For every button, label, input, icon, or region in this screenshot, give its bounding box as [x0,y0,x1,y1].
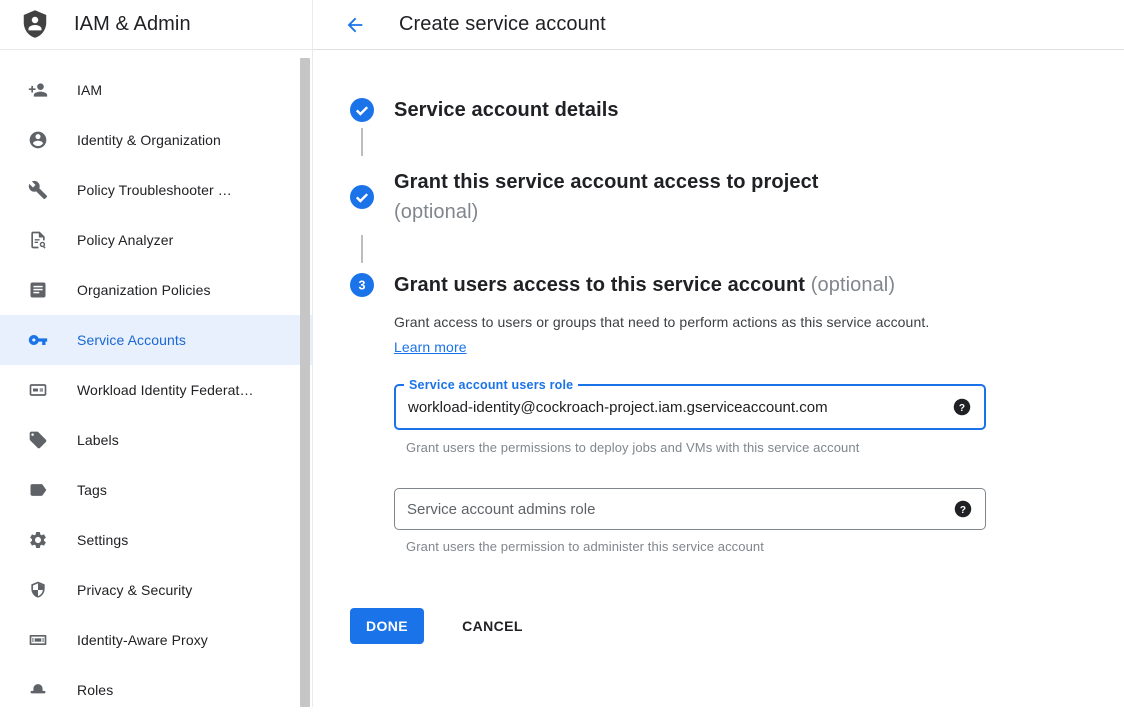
sidebar-item-label: Privacy & Security [77,582,192,598]
sidebar: IAM & Admin IAM Identity & Organization … [0,0,313,707]
proxy-icon [28,630,48,650]
service-account-admins-role-field: ? [394,488,986,530]
admins-role-input[interactable] [395,489,985,529]
help-icon[interactable]: ? [953,398,971,416]
wrench-icon [28,180,48,200]
learn-more-link[interactable]: Learn more [394,339,467,355]
main-panel: Create service account Service account d… [313,0,1124,707]
step-2-grant-access-to-project[interactable]: Grant this service account access to pro… [313,167,1124,227]
sidebar-header: IAM & Admin [0,0,312,50]
check-circle-icon [350,185,374,209]
sidebar-item-roles[interactable]: Roles [0,665,312,715]
sidebar-item-label: Identity & Organization [77,132,221,148]
step-title: Service account details [394,95,619,125]
step-3-description: Grant access to users or groups that nee… [394,310,964,360]
check-circle-icon [350,98,374,122]
identity-card-icon [28,380,48,400]
hat-icon [28,680,48,700]
tag-arrow-icon [28,480,48,500]
admins-role-helper-text: Grant users the permission to administer… [406,539,966,554]
step-optional-label: (optional) [394,197,819,227]
sidebar-item-tags[interactable]: Tags [0,465,312,515]
form-actions: DONE CANCEL [350,608,1124,644]
sidebar-item-label: Labels [77,432,119,448]
sidebar-item-policy-troubleshooter[interactable]: Policy Troubleshooter … [0,165,312,215]
sidebar-item-label: Policy Troubleshooter … [77,182,232,198]
step-title: Grant users access to this service accou… [394,274,805,296]
sidebar-item-organization-policies[interactable]: Organization Policies [0,265,312,315]
sidebar-item-label: Policy Analyzer [77,232,173,248]
sidebar-item-label: Roles [77,682,113,698]
sidebar-scrollbar-thumb[interactable] [300,58,310,707]
sidebar-item-policy-analyzer[interactable]: Policy Analyzer [0,215,312,265]
sidebar-item-label: Identity-Aware Proxy [77,632,208,648]
sidebar-item-label: Settings [77,532,128,548]
sidebar-nav: IAM Identity & Organization Policy Troub… [0,50,312,715]
iam-shield-person-icon [20,9,50,41]
sidebar-item-labels[interactable]: Labels [0,415,312,465]
step-3-form: Service account users role ? Grant users… [394,384,1124,554]
sidebar-item-settings[interactable]: Settings [0,515,312,565]
sidebar-item-label: IAM [77,82,102,98]
account-circle-icon [28,130,48,150]
sidebar-item-label: Workload Identity Federat… [77,382,254,398]
org-policies-icon [28,280,48,300]
sidebar-item-identity-organization[interactable]: Identity & Organization [0,115,312,165]
step-optional-label: (optional) [811,274,895,296]
step-3-number-badge: 3 [350,273,374,297]
sidebar-item-workload-identity-federation[interactable]: Workload Identity Federat… [0,365,312,415]
done-button[interactable]: DONE [350,608,424,644]
step-title: Grant this service account access to pro… [394,167,819,197]
sidebar-item-label: Service Accounts [77,332,186,348]
sidebar-item-label: Organization Policies [77,282,211,298]
cancel-button[interactable]: CANCEL [454,608,531,644]
svg-text:?: ? [960,505,966,516]
stepper: Service account details Grant this servi… [313,50,1124,644]
step-3-grant-users-access[interactable]: 3 Grant users access to this service acc… [313,270,1124,300]
step-connector [361,128,363,156]
policy-analyzer-icon [28,230,48,250]
sidebar-item-service-accounts[interactable]: Service Accounts [0,315,312,365]
service-account-users-role-field: Service account users role ? [394,384,986,430]
sidebar-item-label: Tags [77,482,107,498]
users-role-field-label: Service account users role [404,377,578,394]
help-icon[interactable]: ? [954,500,972,518]
users-role-helper-text: Grant users the permissions to deploy jo… [406,440,966,455]
step-connector [361,235,363,263]
shield-icon [28,580,48,600]
page-header: Create service account [313,0,1124,50]
label-tag-icon [28,430,48,450]
service-account-key-icon [28,330,48,350]
person-add-icon [28,80,48,100]
sidebar-item-privacy-security[interactable]: Privacy & Security [0,565,312,615]
step-1-service-account-details[interactable]: Service account details [313,95,1124,125]
back-arrow-icon[interactable] [343,13,367,37]
sidebar-item-iam[interactable]: IAM [0,65,312,115]
gear-icon [28,530,48,550]
svg-text:?: ? [959,403,965,414]
sidebar-item-identity-aware-proxy[interactable]: Identity-Aware Proxy [0,615,312,665]
page-title: Create service account [399,13,606,36]
sidebar-title: IAM & Admin [74,13,191,36]
svg-text:3: 3 [359,279,366,293]
